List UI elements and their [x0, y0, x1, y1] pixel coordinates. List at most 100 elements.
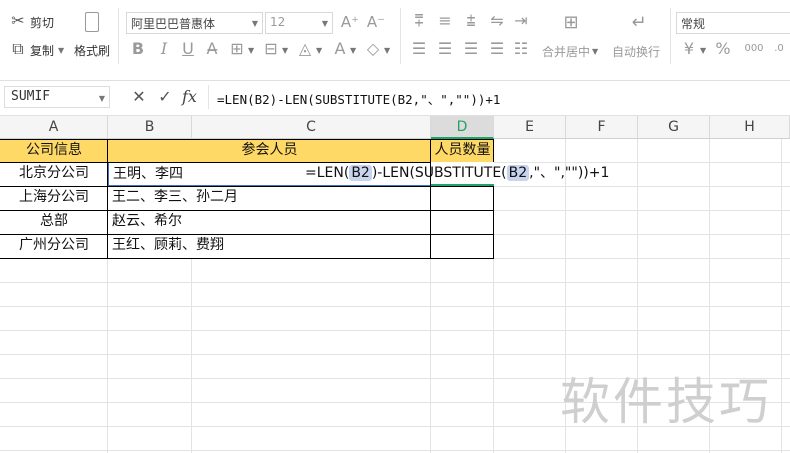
cell-a2[interactable]: 北京分公司 [0, 162, 108, 186]
italic-icon[interactable]: I [156, 40, 172, 58]
chevron-down-icon[interactable]: ▼ [700, 46, 706, 55]
cell-b5[interactable]: 王红、顾莉、费翔 [108, 234, 431, 258]
cell-b4[interactable]: 赵云、希尔 [108, 210, 431, 234]
format-painter-label: 格式刷 [74, 44, 111, 58]
align-left-icon[interactable]: ☰ [410, 40, 428, 58]
number-format-select[interactable]: 常规 [676, 12, 790, 34]
name-box[interactable]: SUMIF ▼ [4, 86, 110, 108]
cell-a1[interactable]: 公司信息 [0, 139, 108, 162]
wrap-text-button[interactable]: ↵ 自动换行 [608, 10, 670, 62]
eraser-icon[interactable]: ◇ [364, 40, 382, 58]
bold-icon[interactable]: B [130, 40, 146, 58]
column-header-d[interactable]: D [431, 116, 494, 139]
gridline [494, 234, 790, 235]
gridline [0, 282, 790, 283]
copy-label: 复制 [30, 44, 55, 58]
chevron-down-icon: ▼ [321, 19, 328, 28]
wrap-text-icon: ↵ [631, 12, 647, 33]
justify-icon[interactable]: ☰ [488, 40, 506, 58]
column-header-c[interactable]: C [192, 116, 431, 139]
font-size-value: 12 [270, 15, 286, 29]
increase-font-icon[interactable]: A⁺ [340, 13, 360, 31]
merge-center-button[interactable]: ⊞ 合并居中 ▼ [540, 10, 602, 62]
formula-text: ,"、",""))+1 [529, 165, 610, 181]
column-header-e[interactable]: E [494, 116, 566, 139]
chevron-down-icon: ▼ [98, 94, 105, 103]
column-header-a[interactable]: A [0, 116, 108, 139]
divider [400, 8, 401, 64]
strikethrough-icon[interactable]: A̶ [204, 40, 220, 58]
confirm-edit-icon[interactable]: ✓ [156, 88, 174, 106]
table-border [0, 258, 494, 259]
underline-icon[interactable]: U [180, 40, 196, 58]
formula-text: =LEN( [305, 165, 350, 181]
table-border [107, 139, 108, 259]
font-size-select[interactable]: 12 ▼ [265, 12, 333, 34]
column-header-h[interactable]: H [710, 116, 790, 139]
paintbrush-icon [85, 12, 99, 32]
gridline [781, 139, 782, 453]
percent-icon[interactable]: % [714, 40, 732, 58]
align-top-icon[interactable]: ⩱ [410, 12, 428, 30]
chevron-down-icon[interactable]: ▼ [282, 46, 288, 55]
chevron-down-icon[interactable]: ▼ [248, 46, 254, 55]
align-right-icon[interactable]: ☰ [462, 40, 480, 58]
cancel-edit-icon[interactable]: ✕ [130, 88, 148, 106]
copy-dropdown-icon[interactable]: ▼ [58, 46, 64, 55]
cell-bc1-merged[interactable]: 参会人员 [108, 139, 431, 162]
chevron-down-icon: ▼ [592, 47, 599, 56]
column-header-f[interactable]: F [566, 116, 638, 139]
chevron-down-icon: ▼ [251, 19, 258, 28]
gridline [0, 306, 790, 307]
thousands-separator-icon[interactable]: 000 [740, 40, 768, 58]
cell-reference-b2: B2 [349, 165, 372, 181]
align-middle-icon[interactable]: ≡ [436, 12, 454, 30]
cell-editor-formula[interactable]: =LEN(B2)-LEN(SUBSTITUTE(B2 ,"、",""))+1 [305, 162, 609, 186]
gridline [494, 210, 790, 211]
name-box-value: SUMIF [11, 89, 51, 104]
formula-bar: SUMIF ▼ ✕ ✓ fx =LEN(B2)-LEN(SUBSTITUTE(B… [0, 80, 790, 116]
orientation-icon[interactable]: ⇋ [488, 12, 506, 30]
font-color-icon[interactable]: A [332, 40, 348, 58]
fill-color-icon[interactable]: ◬ [296, 40, 314, 58]
distribute-icon[interactable]: ☷ [512, 40, 530, 58]
chevron-down-icon[interactable]: ▼ [316, 46, 322, 55]
scissors-icon: ✂ [11, 11, 25, 30]
formula-input[interactable]: =LEN(B2)-LEN(SUBSTITUTE(B2,"、",""))+1 [217, 89, 500, 108]
divider [670, 8, 671, 64]
gridline [191, 258, 192, 453]
cell-a4[interactable]: 总部 [0, 210, 108, 234]
column-header-b[interactable]: B [108, 116, 192, 139]
merge-cells-icon[interactable]: ⊟ [262, 40, 280, 58]
table-border [0, 234, 494, 235]
cell-reference-b2: B2 [506, 165, 530, 181]
cell-d1[interactable]: 人员数量 [431, 139, 494, 162]
number-format-value: 常规 [681, 17, 706, 31]
indent-icon[interactable]: ⇥ [512, 12, 530, 30]
format-painter-button[interactable]: 格式刷 [72, 8, 112, 60]
cell-b3[interactable]: 王二、李三、孙二月 [108, 186, 431, 210]
align-bottom-icon[interactable]: ⩲ [462, 12, 480, 30]
divider [208, 85, 209, 109]
font-name-select[interactable]: 阿里巴巴普惠体 ▼ [126, 12, 263, 34]
gridline [0, 330, 790, 331]
cell-a3[interactable]: 上海分公司 [0, 186, 108, 210]
chevron-down-icon[interactable]: ▼ [350, 46, 356, 55]
watermark-text: 软件技巧 [560, 373, 772, 431]
insert-function-icon[interactable]: fx [182, 87, 197, 106]
chevron-down-icon[interactable]: ▼ [384, 46, 390, 55]
font-name-value: 阿里巴巴普惠体 [131, 17, 216, 31]
decrease-font-icon[interactable]: A⁻ [366, 13, 386, 31]
decimal-icon[interactable]: .0 [770, 40, 788, 58]
cell-a5[interactable]: 广州分公司 [0, 234, 108, 258]
currency-icon[interactable]: ¥ [680, 40, 698, 58]
gridline [0, 450, 790, 451]
merge-center-icon: ⊞ [563, 12, 579, 33]
column-header-g[interactable]: G [638, 116, 710, 139]
gridline [494, 258, 790, 259]
cut-label: 剪切 [30, 16, 55, 30]
align-center-icon[interactable]: ☰ [436, 40, 454, 58]
border-icon[interactable]: ⊞ [228, 40, 246, 58]
gridline [494, 186, 790, 187]
wrap-text-label: 自动换行 [612, 45, 661, 59]
